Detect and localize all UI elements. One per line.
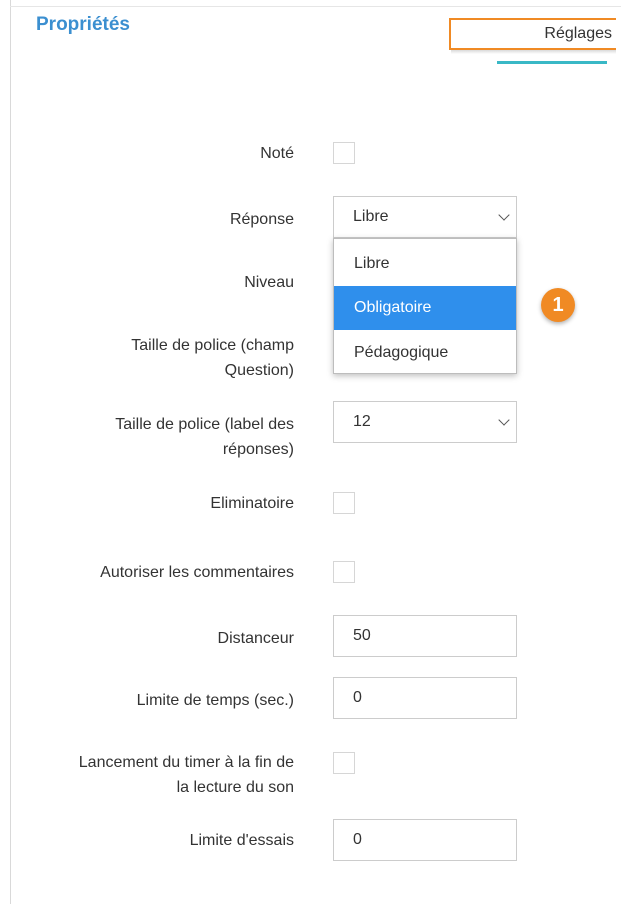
tab-settings[interactable]: Réglages	[449, 18, 616, 50]
distanceur-input[interactable]: 50	[333, 615, 517, 657]
limite-temps-input[interactable]: 0	[333, 677, 517, 719]
limite-temps-label: Limite de temps (sec.)	[136, 692, 294, 709]
taille-reponses-label-line1: Taille de police (label des	[115, 416, 294, 433]
timer-label-line2: la lecture du son	[176, 779, 294, 796]
tab-settings-label: Réglages	[544, 25, 612, 42]
taille-question-label-line1: Taille de police (champ	[131, 337, 294, 354]
dropdown-option-libre[interactable]: Libre	[334, 242, 516, 286]
eliminatoire-label: Eliminatoire	[210, 495, 294, 512]
tab-active-indicator	[497, 61, 607, 64]
dropdown-option-pedagogique[interactable]: Pédagogique	[334, 331, 516, 375]
timer-label-line1: Lancement du timer à la fin de	[78, 754, 294, 771]
tab-shadow	[451, 50, 616, 54]
taille-reponses-select-value: 12	[353, 413, 371, 430]
commentaires-label: Autoriser les commentaires	[100, 564, 294, 581]
reponse-label: Réponse	[229, 211, 294, 228]
header-divider	[10, 6, 621, 7]
taille-question-label-line2: Question)	[224, 362, 294, 379]
distanceur-label: Distanceur	[217, 630, 294, 647]
commentaires-checkbox[interactable]	[333, 561, 355, 583]
limite-essais-input[interactable]: 0	[333, 819, 517, 861]
reponse-select[interactable]: Libre	[333, 196, 517, 238]
note-label: Noté	[260, 145, 294, 162]
niveau-label: Niveau	[244, 274, 294, 291]
timer-checkbox[interactable]	[333, 752, 355, 774]
eliminatoire-checkbox[interactable]	[333, 492, 355, 514]
limite-temps-input-value: 0	[353, 689, 362, 706]
panel-title: Propriétés	[36, 14, 130, 35]
taille-reponses-select[interactable]: 12	[333, 401, 517, 443]
taille-reponses-label-line2: réponses)	[222, 441, 294, 458]
reponse-select-value: Libre	[353, 208, 389, 225]
limite-essais-label: Limite d'essais	[189, 832, 294, 849]
note-checkbox[interactable]	[333, 142, 355, 164]
dropdown-option-obligatoire[interactable]: Obligatoire	[334, 286, 516, 330]
step-badge: 1	[541, 288, 575, 322]
reponse-dropdown-menu: Libre Obligatoire Pédagogique	[333, 238, 517, 374]
chevron-down-icon	[498, 414, 510, 426]
distanceur-input-value: 50	[353, 627, 371, 644]
limite-essais-input-value: 0	[353, 831, 362, 848]
chevron-down-icon	[498, 209, 510, 221]
